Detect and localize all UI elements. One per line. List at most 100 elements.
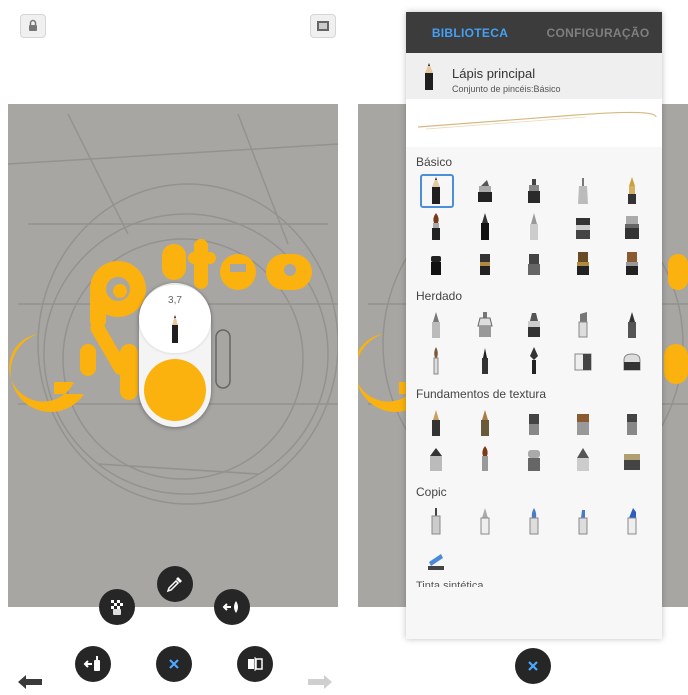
brush-item[interactable] — [607, 245, 656, 281]
brush-item[interactable] — [607, 209, 656, 245]
pencil-icon — [172, 315, 178, 343]
copic-multiliner-icon — [431, 508, 441, 535]
brush-item[interactable] — [558, 441, 607, 477]
brush-item[interactable] — [412, 343, 461, 379]
brush-item[interactable] — [558, 245, 607, 281]
pencil-brush-icon — [425, 63, 433, 90]
smudge-icon — [527, 254, 540, 275]
brush-item[interactable] — [510, 405, 559, 441]
current-brush-header[interactable]: Lápis principal Conjunto de pincéis:Bási… — [406, 53, 662, 99]
legacy-fine-pen-icon — [482, 348, 489, 374]
hard-eraser-icon — [431, 256, 442, 275]
texture-charcoal-icon — [528, 414, 539, 435]
brush-grid-texture — [406, 405, 662, 477]
brush-item[interactable] — [461, 173, 510, 209]
brush-item[interactable] — [461, 245, 510, 281]
ink-pen-icon — [627, 177, 636, 204]
brush-item[interactable] — [607, 441, 656, 477]
eyedropper-button[interactable] — [157, 566, 193, 602]
oil-brush-icon — [576, 252, 589, 275]
brush-item[interactable] — [607, 405, 656, 441]
brush-item[interactable] — [461, 441, 510, 477]
brush-item[interactable] — [510, 441, 559, 477]
undo-arrow-icon[interactable] — [16, 672, 46, 692]
brush-item[interactable] — [558, 503, 607, 539]
brush-item[interactable] — [558, 343, 607, 379]
brush-item[interactable] — [461, 405, 510, 441]
current-brush-set: Conjunto de pincéis:Básico — [452, 84, 561, 94]
copic-fine-icon — [480, 508, 490, 535]
drawing-screen: 3,7 — [0, 0, 345, 695]
brush-item[interactable] — [510, 503, 559, 539]
texture-dry-brush-icon — [576, 414, 589, 435]
brush-item[interactable] — [558, 307, 607, 343]
copic-wide-icon — [627, 508, 637, 535]
pencil-brush-icon — [432, 177, 441, 204]
transparent-fill-button[interactable] — [99, 589, 135, 625]
brush-item[interactable] — [607, 503, 656, 539]
brush-size-control[interactable]: 3,7 — [139, 285, 211, 353]
brush-color-puck[interactable]: 3,7 — [139, 283, 211, 427]
felt-tip-brush-icon — [527, 179, 540, 203]
chalk-brush-icon — [529, 213, 538, 240]
brush-item[interactable] — [412, 441, 461, 477]
section-title-cut: Tinta sintética — [416, 580, 484, 587]
fullscreen-button[interactable] — [310, 14, 336, 38]
brush-item[interactable] — [412, 307, 461, 343]
brush-item[interactable] — [510, 343, 559, 379]
section-title-legacy: Herdado — [416, 289, 463, 303]
symmetry-icon — [248, 657, 263, 671]
brush-item[interactable] — [412, 503, 461, 539]
brush-item[interactable] — [607, 307, 656, 343]
fine-pen-icon — [481, 213, 490, 240]
brush-item[interactable] — [607, 173, 656, 209]
texture-pastel-icon — [430, 448, 443, 471]
brush-item[interactable] — [607, 343, 656, 379]
legacy-block-eraser-icon — [623, 353, 641, 371]
fullscreen-icon — [317, 21, 329, 31]
brush-grid-legacy — [406, 307, 662, 379]
close-button[interactable] — [156, 646, 192, 682]
texture-sponge-icon — [626, 414, 637, 435]
stroke-preview — [406, 99, 662, 147]
soft-eraser-icon — [480, 254, 491, 275]
symmetry-button[interactable] — [237, 646, 273, 682]
current-brush-name: Lápis principal — [452, 66, 536, 81]
brush-item[interactable] — [461, 307, 510, 343]
tab-settings[interactable]: CONFIGURAÇÃO — [534, 12, 662, 53]
brush-item[interactable] — [461, 343, 510, 379]
brush-item[interactable] — [461, 503, 510, 539]
current-color-swatch[interactable] — [144, 359, 206, 421]
brush-item[interactable] — [510, 209, 559, 245]
copic-brush-icon — [529, 508, 539, 535]
texture-roller-icon — [527, 450, 540, 471]
brush-item[interactable] — [412, 539, 461, 575]
brush-item[interactable] — [461, 209, 510, 245]
brush-item[interactable] — [558, 405, 607, 441]
checker-paint-bucket-icon — [111, 600, 123, 615]
legacy-pen-icon — [627, 312, 636, 338]
brush-item[interactable] — [510, 307, 559, 343]
brush-item[interactable] — [412, 209, 461, 245]
brush-item[interactable] — [510, 245, 559, 281]
brush-item[interactable] — [558, 209, 607, 245]
brush-grid-copic — [406, 503, 662, 575]
tab-library[interactable]: BIBLIOTECA — [406, 12, 534, 53]
wide-marker-icon — [624, 216, 639, 239]
brush-item[interactable] — [558, 173, 607, 209]
brush-library-panel: BIBLIOTECA CONFIGURAÇÃO Lápis principal … — [406, 12, 662, 639]
rotation-lock-button[interactable] — [20, 14, 46, 38]
legacy-pencil-icon — [432, 312, 441, 338]
brush-options-button[interactable] — [75, 646, 111, 682]
section-title-texture: Fundamentos de textura — [416, 387, 547, 401]
copic-chisel-icon — [578, 510, 588, 535]
redo-arrow-icon[interactable] — [304, 672, 334, 692]
brush-item[interactable] — [510, 173, 559, 209]
fill-button[interactable] — [214, 589, 250, 625]
section-title-copic: Copic — [416, 485, 447, 499]
brush-item[interactable] — [412, 173, 461, 209]
close-library-button[interactable] — [515, 648, 551, 684]
legacy-airbrush-icon — [477, 312, 493, 337]
brush-item[interactable] — [412, 405, 461, 441]
brush-item[interactable] — [412, 245, 461, 281]
